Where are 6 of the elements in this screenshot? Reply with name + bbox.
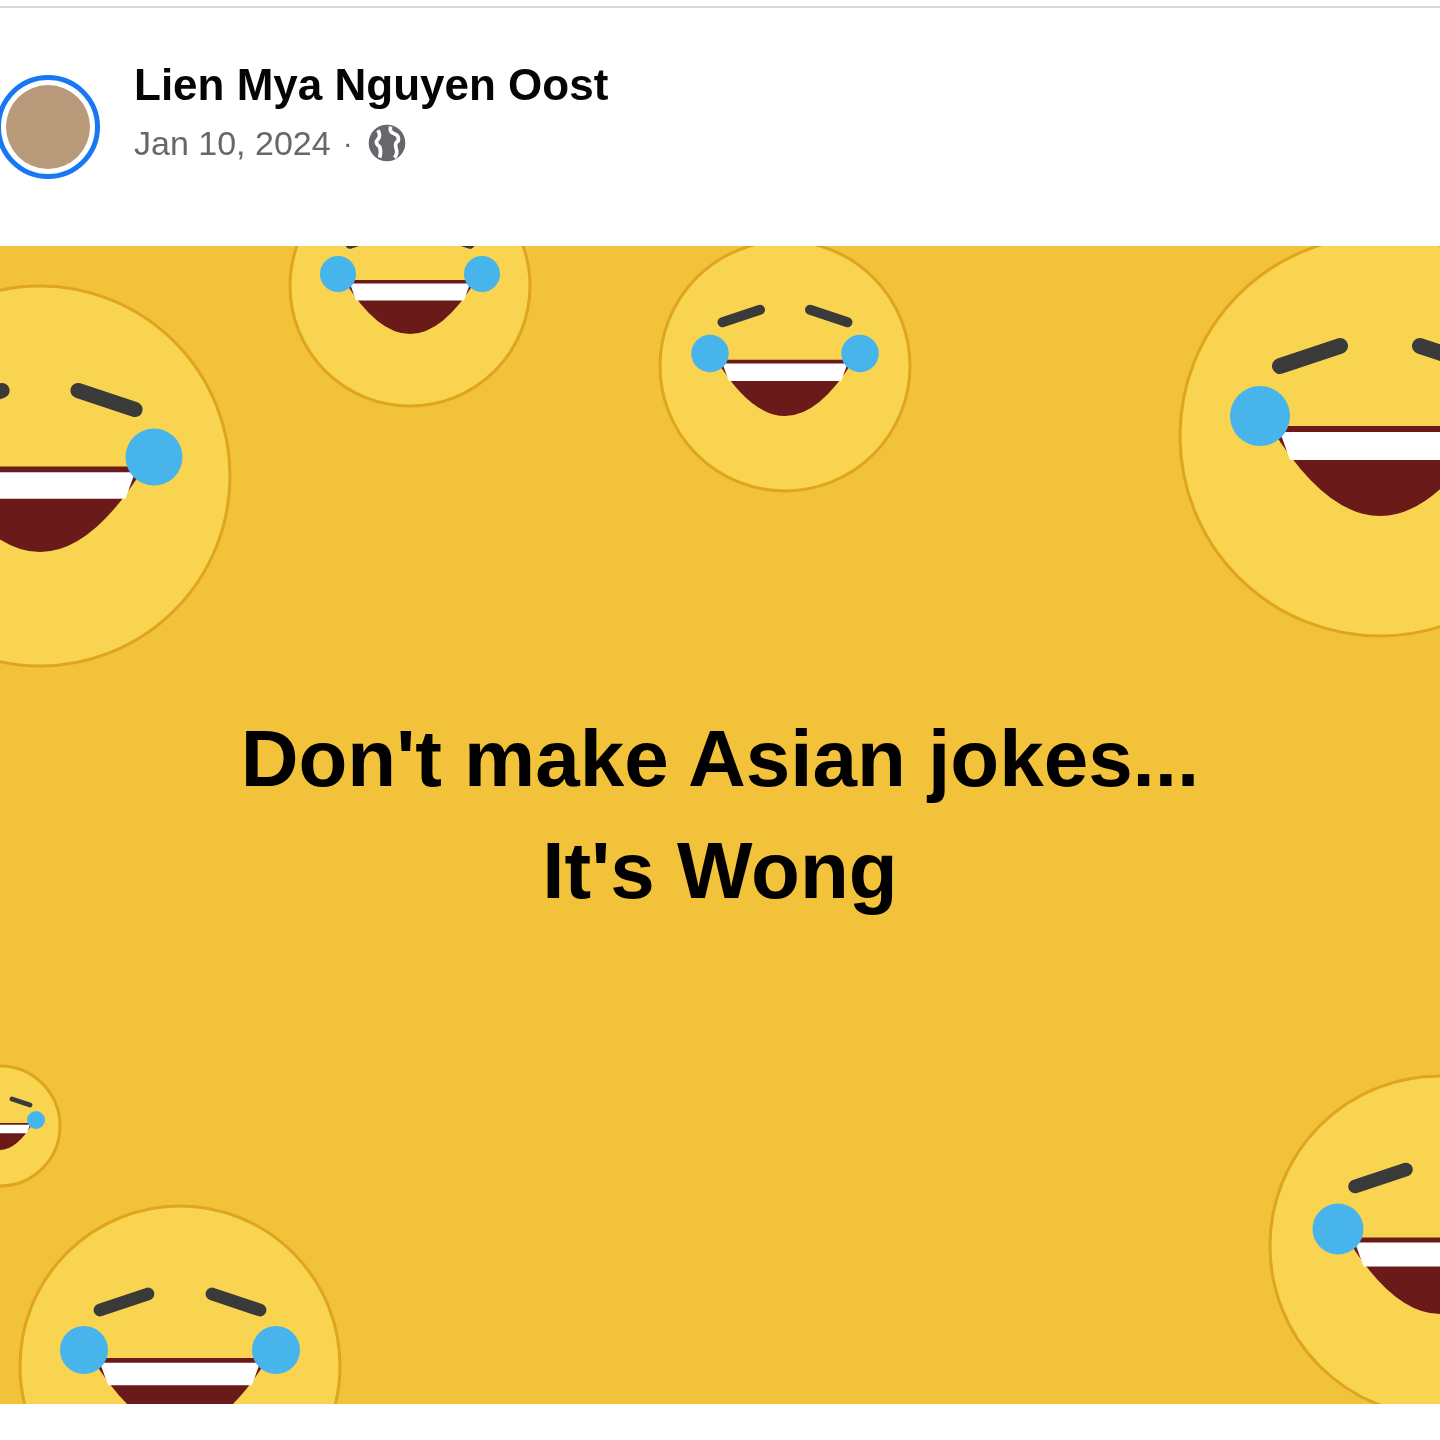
avatar[interactable] — [0, 75, 100, 179]
separator-dot: · — [342, 128, 353, 158]
post-date[interactable]: Jan 10, 2024 — [134, 126, 331, 160]
author-name[interactable]: Lien Mya Nguyen Oost — [134, 63, 609, 107]
post-text-line: Don't make Asian jokes... — [240, 713, 1200, 805]
post-text-line: It's Wong — [542, 825, 898, 917]
